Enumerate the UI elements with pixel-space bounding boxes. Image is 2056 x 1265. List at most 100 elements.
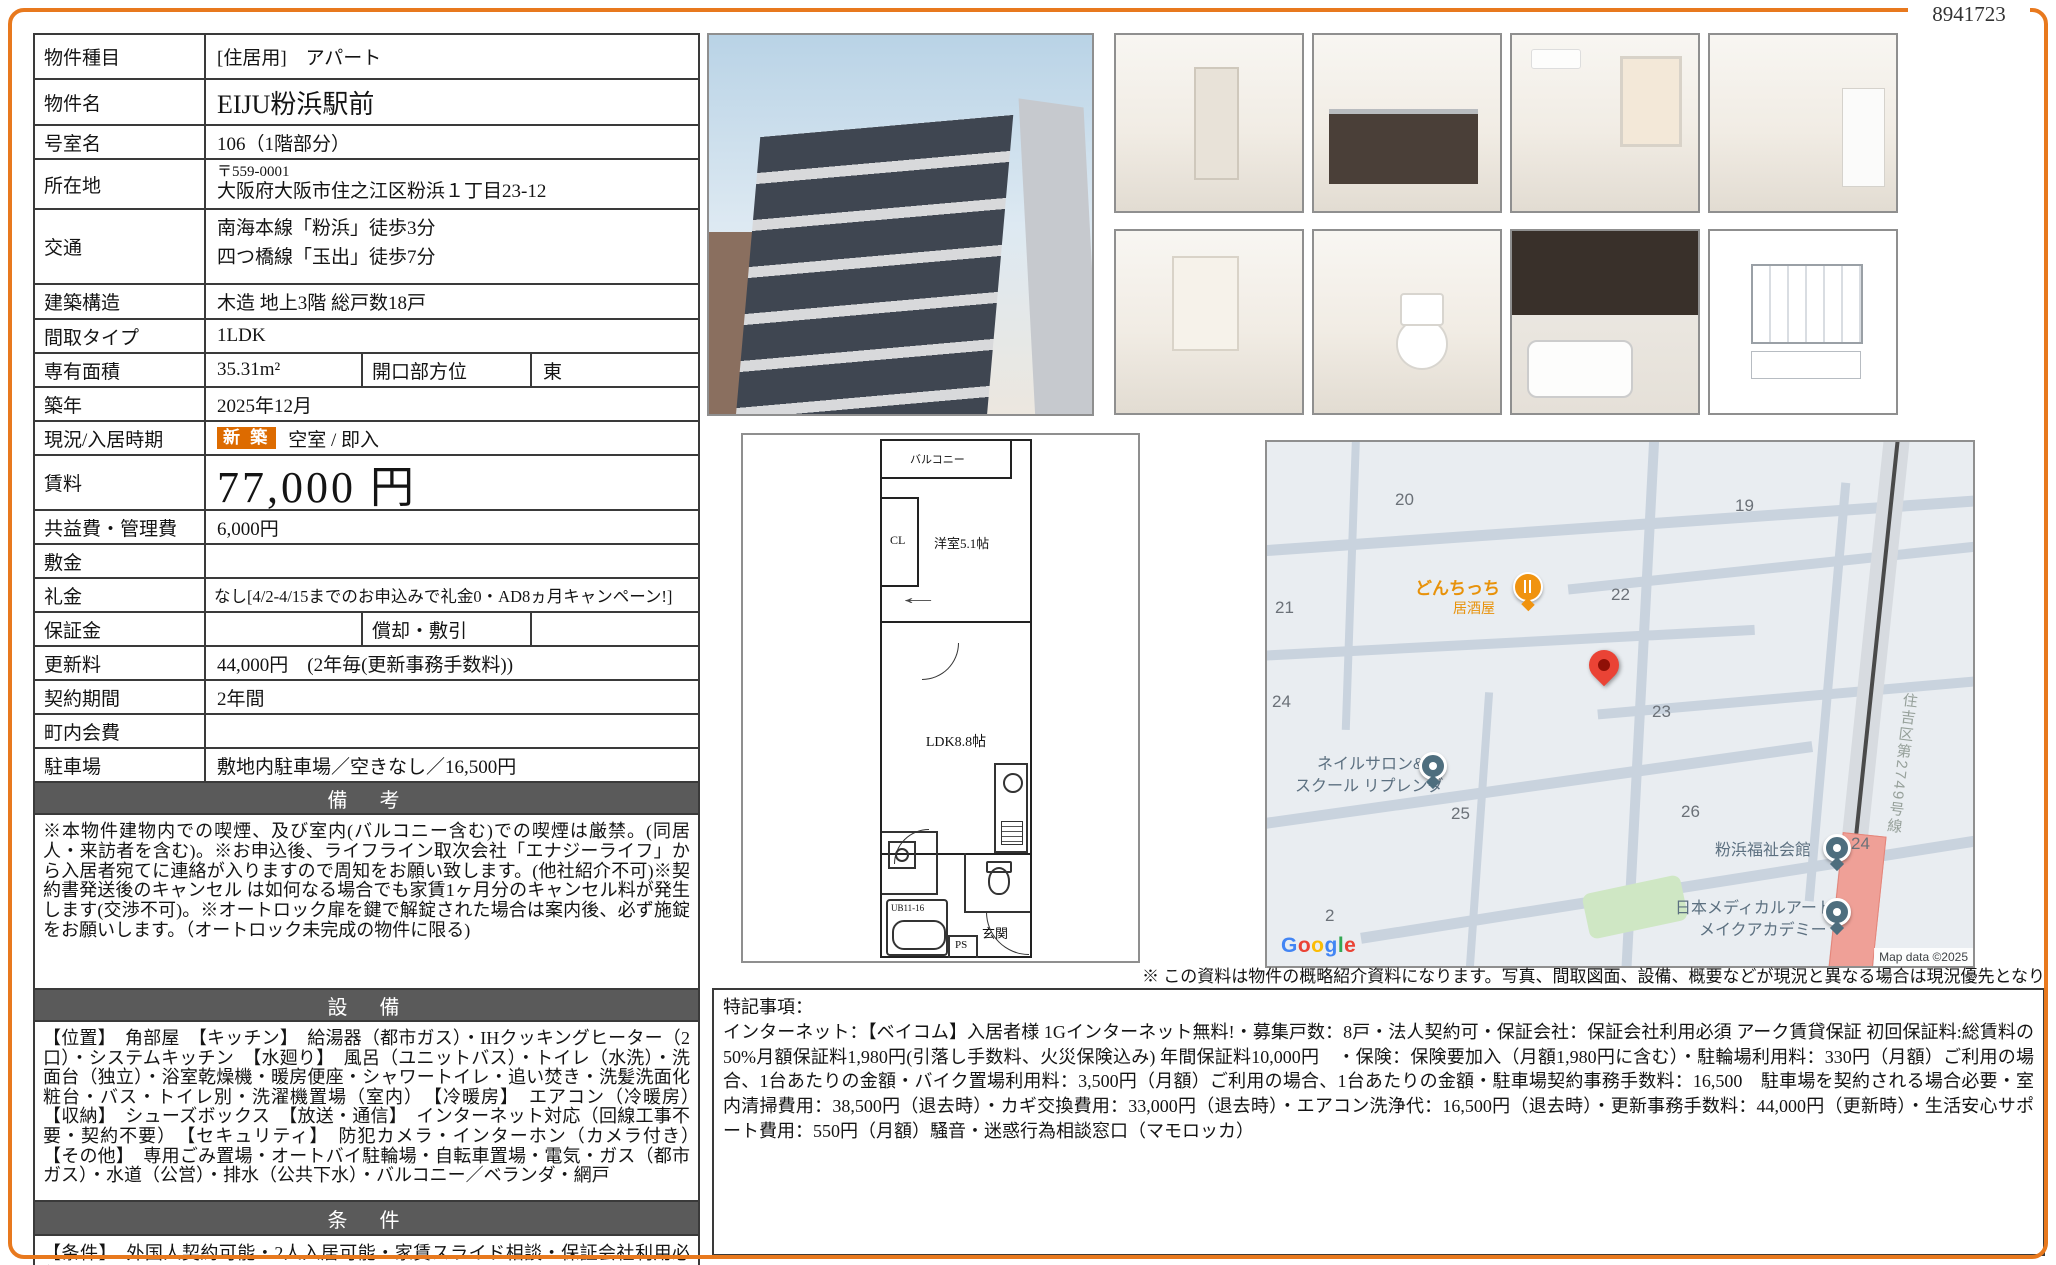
toilet-tank-plan (986, 861, 1012, 873)
building-facade (734, 115, 1013, 416)
row-label: 賃料 (35, 456, 206, 509)
table-row-status: 現況/入居時期 新 築 空室 / 即入 (35, 422, 698, 456)
property-name: EIJU粉浜駅前 (206, 80, 698, 124)
bath-dark-panel (1512, 231, 1698, 315)
row-label: 礼金 (35, 579, 206, 611)
floor-plan-drawing: バルコニー CL 洋室5.1帖 ← LDK8.8帖 UB11-16 (880, 439, 1032, 958)
partition-wall (882, 621, 1030, 623)
block-number: 24 (1851, 834, 1870, 854)
photo-hallway (1114, 229, 1304, 415)
row-label: 駐車場 (35, 749, 206, 781)
row-value: 6,000円 (206, 511, 698, 543)
kitchen-unit (994, 763, 1028, 853)
map-road (1465, 692, 1493, 968)
entry-arrow: ← (896, 587, 940, 610)
row-value: 敷地内駐車場／空きなし／16,500円 (206, 749, 698, 781)
row-label: 現況/入居時期 (35, 422, 206, 454)
row-value: 2年間 (206, 681, 698, 713)
table-row-rent: 賃料 77,000 円 (35, 456, 698, 511)
kitchen-stove (1001, 821, 1023, 845)
map-road (1265, 625, 1755, 661)
table-row-deposit: 保証金 償却・敷引 (35, 613, 698, 647)
toilet-bowl (1396, 318, 1448, 369)
google-logo: Google (1281, 934, 1356, 958)
academy-pin-icon (1823, 898, 1851, 926)
pin-tail (1521, 598, 1534, 611)
unit-bath-label: UB11-16 (891, 903, 924, 913)
block-number: 26 (1681, 802, 1700, 822)
row-value: 44,000円 (2年毎(更新事務手数料)) (206, 647, 698, 679)
photo-interior-room (1114, 33, 1304, 213)
address-cell: 〒559-0001 大阪府大阪市住之江区粉浜１丁目23-12 (206, 160, 698, 208)
map-road (1265, 494, 1975, 557)
amortization-label: 償却・敷引 (363, 613, 532, 645)
restaurant-icon (1513, 572, 1543, 602)
row-label: 専有面積 (35, 354, 206, 386)
balcony-label: バルコニー (910, 451, 965, 467)
bedroom-label: 洋室5.1帖 (934, 533, 989, 552)
property-location-pin-icon (1583, 644, 1625, 686)
rent-value: 77,000 円 (206, 456, 698, 509)
new-build-badge: 新 築 (217, 427, 276, 450)
fork-knife-glyph (1524, 580, 1526, 593)
block-number: 22 (1611, 585, 1630, 605)
floor-plan: バルコニー CL 洋室5.1帖 ← LDK8.8帖 UB11-16 (741, 433, 1140, 963)
bathtub (1527, 340, 1633, 399)
row-label: 建築構造 (35, 285, 206, 318)
refrigerator (1842, 88, 1885, 187)
block-number: 23 (1652, 702, 1671, 722)
row-label: 交通 (35, 210, 206, 283)
access-line-1: 南海本線「粉浜」徒歩3分 (217, 214, 436, 243)
ldk-door-arc (922, 643, 959, 680)
window (1620, 56, 1682, 146)
site-plan-annex (1751, 351, 1861, 378)
restaurant-sublabel: 居酒屋 (1453, 598, 1495, 618)
row-value (206, 545, 698, 577)
table-row: 号室名 106（1階部分） (35, 126, 698, 160)
row-label: 号室名 (35, 126, 206, 158)
block-number: 25 (1451, 804, 1470, 824)
row-label: 所在地 (35, 160, 206, 208)
table-row: 交通 南海本線「粉浜」徒歩3分 四つ橋線「玉出」徒歩7分 (35, 210, 698, 285)
park-area (1581, 874, 1688, 940)
kitchen-counter (1329, 109, 1478, 184)
equipment-body: 【位置】 角部屋 【キッチン】 給湯器（都市ガス）・IHクッキングヒーター（2口… (35, 1022, 698, 1202)
academy-label-2: メイクアカデミー (1699, 916, 1827, 940)
google-letter: o (1311, 934, 1324, 957)
google-letter: e (1344, 934, 1356, 957)
row-value (206, 715, 698, 747)
special-notes-title: 特記事項： (723, 997, 813, 1017)
hallway-opening (1194, 67, 1239, 180)
postal-code: 〒559-0001 (217, 164, 290, 181)
block-number: 20 (1395, 490, 1414, 510)
row-label: 物件名 (35, 80, 206, 124)
row-label: 契約期間 (35, 681, 206, 713)
table-row: 築年 2025年12月 (35, 388, 698, 422)
row-label: 築年 (35, 388, 206, 420)
neighbor-building-right (1018, 99, 1094, 416)
kitchen-sink (1003, 773, 1023, 793)
photo-interior-appliance (1708, 33, 1898, 213)
address: 大阪府大阪市住之江区粉浜１丁目23-12 (217, 181, 546, 204)
opening-direction-value: 東 (532, 354, 698, 386)
row-value: 106（1階部分） (206, 126, 698, 158)
toilet-tank (1400, 293, 1445, 326)
photo-kitchen (1312, 33, 1502, 213)
remarks-header: 備 考 (35, 783, 698, 815)
special-notes-box: 特記事項： インターネット：【ベイコム】入居者様 1Gインターネット無料!・募集… (712, 988, 2045, 1256)
table-row-area: 専有面積 35.31m² 開口部方位 東 (35, 354, 698, 388)
map-road (1342, 440, 1360, 730)
google-letter: G (1281, 934, 1298, 957)
table-row: 建築構造 木造 地上3階 総戸数18戸 (35, 285, 698, 320)
photo-bedroom (1510, 33, 1700, 213)
photo-site-plan (1708, 229, 1898, 415)
equipment-header: 設 備 (35, 990, 698, 1022)
road-name-label: 住吉区第2749号線 (1882, 691, 1920, 836)
block-number: 2 (1325, 906, 1334, 926)
entrance-door-arc (986, 912, 1029, 955)
row-label: 敷金 (35, 545, 206, 577)
row-label: 町内会費 (35, 715, 206, 747)
table-row: 契約期間 2年間 (35, 681, 698, 715)
closet-label: CL (890, 533, 905, 548)
status-value: 空室 / 即入 (288, 425, 379, 452)
